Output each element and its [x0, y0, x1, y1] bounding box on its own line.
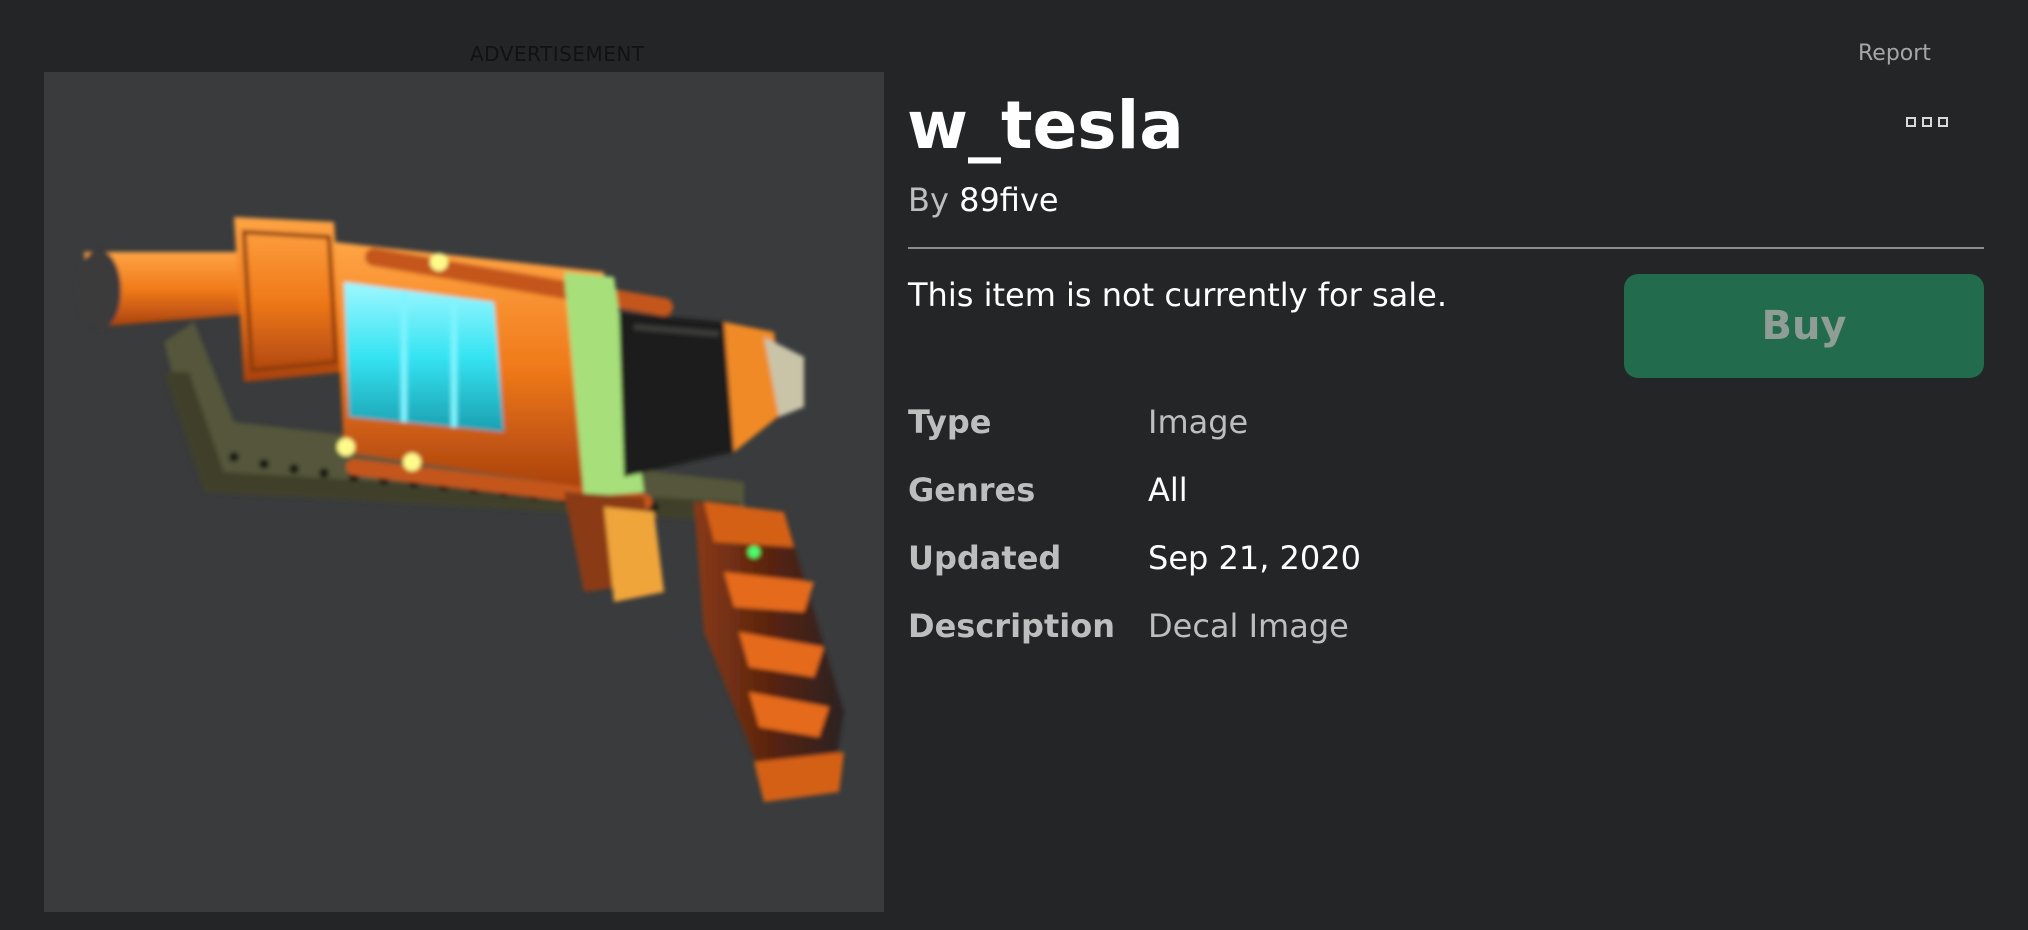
item-title: w_tesla: [907, 87, 1184, 164]
detail-row-genres: Genres All: [908, 468, 1808, 512]
more-options-button[interactable]: [1906, 117, 1958, 131]
creator-link[interactable]: 89five: [959, 181, 1059, 219]
genre-link[interactable]: All: [1148, 468, 1188, 512]
detail-row-description: Description Decal Image: [908, 604, 1808, 648]
header-divider: [908, 247, 1984, 249]
detail-value-type: Image: [1148, 403, 1249, 441]
more-dot-icon: [1938, 117, 1948, 127]
advertisement-label: ADVERTISEMENT: [470, 42, 645, 66]
detail-label: Updated: [908, 539, 1062, 577]
detail-value-updated: Sep 21, 2020: [1148, 539, 1361, 577]
more-dot-icon: [1922, 117, 1932, 127]
detail-label: Type: [908, 403, 992, 441]
tesla-gun-image: [77, 217, 844, 802]
item-details-page: ADVERTISEMENT Report w_tesla By 89five T…: [0, 0, 2028, 930]
detail-row-updated: Updated Sep 21, 2020: [908, 536, 1808, 580]
creator-byline: By 89five: [908, 180, 1059, 220]
report-link[interactable]: Report: [1858, 41, 1931, 66]
item-thumbnail: [44, 72, 884, 912]
detail-label: Genres: [908, 471, 1036, 509]
detail-row-type: Type Image: [908, 400, 1808, 444]
more-dot-icon: [1906, 117, 1916, 127]
detail-value-description: Decal Image: [1148, 607, 1349, 645]
by-label: By: [908, 181, 949, 219]
sale-status-text: This item is not currently for sale.: [908, 276, 1447, 314]
buy-button[interactable]: Buy: [1624, 274, 1984, 378]
detail-label: Description: [908, 607, 1115, 645]
